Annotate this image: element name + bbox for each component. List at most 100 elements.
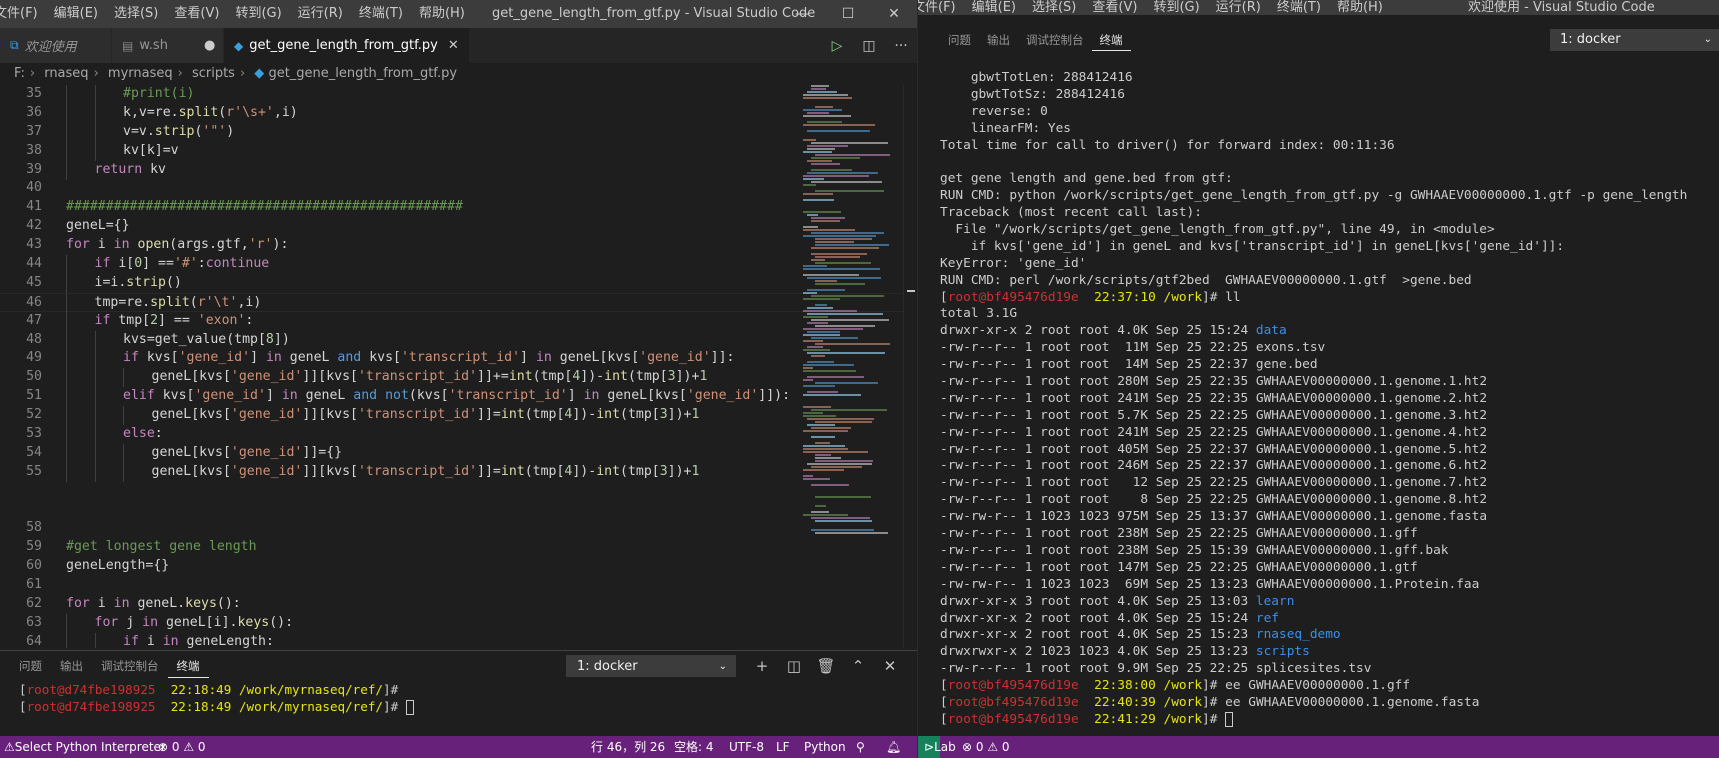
- menu-item[interactable]: 选择(S): [1024, 0, 1084, 15]
- encoding[interactable]: UTF-8: [729, 736, 764, 758]
- menu-item[interactable]: 文件(F): [918, 0, 964, 15]
- breadcrumb-item[interactable]: scripts: [192, 66, 235, 81]
- code-line[interactable]: 50 geneL[kvs['gene_id']][kvs['transcript_…: [0, 368, 917, 388]
- code-text: elif kvs['gene_id'] in geneL and not(kvs…: [123, 388, 791, 404]
- modified-dot-icon[interactable]: ●: [204, 38, 215, 53]
- panel-tab[interactable]: 问题: [10, 651, 51, 681]
- code-line[interactable]: 39 return kv: [0, 160, 917, 180]
- code-line[interactable]: 41 ######################################…: [0, 198, 917, 217]
- code-line[interactable]: [0, 501, 917, 520]
- menu-item[interactable]: 终端(T): [1269, 0, 1329, 15]
- code-line[interactable]: 37 v=v.strip('"'): [0, 122, 917, 142]
- line-number: 48: [26, 331, 42, 347]
- code-line[interactable]: 45 i=i.strip(): [0, 273, 917, 293]
- panel-tab[interactable]: 输出: [979, 30, 1018, 50]
- code-line[interactable]: 61: [0, 576, 917, 595]
- python-interpreter-button[interactable]: ⚠ Select Python Interpreter: [4, 736, 166, 758]
- terminal-select[interactable]: 1: docker ⌄: [566, 655, 736, 677]
- more-actions-icon[interactable]: ···: [885, 38, 917, 54]
- menu-item[interactable]: 编辑(E): [46, 0, 106, 28]
- terminal-line: -rw-r--r-- 1 root root 5.7K Sep 25 22:25…: [940, 407, 1488, 423]
- panel-tab[interactable]: 调试控制台: [1018, 30, 1092, 50]
- terminal-select[interactable]: 1: docker ⌄: [1550, 29, 1719, 51]
- bell-icon[interactable]: 🔔︎: [886, 736, 901, 758]
- panel-tab[interactable]: 问题: [940, 30, 979, 50]
- panel-tab[interactable]: 调试控制台: [92, 651, 168, 681]
- panel-tab[interactable]: 输出: [51, 651, 92, 681]
- menu-item[interactable]: 转到(G): [227, 0, 289, 28]
- indentation[interactable]: 空格: 4: [674, 736, 714, 758]
- code-line[interactable]: 55 geneL[kvs['gene_id']][kvs['transcript_…: [0, 462, 917, 482]
- code-line[interactable]: 47 if tmp[2] == 'exon':: [0, 311, 917, 331]
- split-editor-icon[interactable]: ◫: [853, 38, 885, 54]
- terminal-output[interactable]: gbwtTotLen: 288412416 gbwtTotSz: 2884124…: [918, 70, 1719, 729]
- close-tab-icon[interactable]: ✕: [448, 38, 459, 53]
- end-of-line[interactable]: LF: [776, 736, 790, 758]
- menu-item[interactable]: 帮助(H): [411, 0, 473, 28]
- code-line[interactable]: 63 for j in geneL[i].keys():: [0, 613, 917, 633]
- code-line[interactable]: 59 #get longest gene length: [0, 538, 917, 557]
- cursor-position[interactable]: 行 46，列 26: [591, 736, 665, 758]
- minimap-line: [803, 385, 835, 387]
- tab-get-gene-length[interactable]: ◆ get_gene_length_from_gtf.py ✕: [224, 28, 470, 63]
- menu-item[interactable]: 运行(R): [1208, 0, 1269, 15]
- menu-item[interactable]: 编辑(E): [964, 0, 1024, 15]
- code-line[interactable]: 58: [0, 519, 917, 538]
- minimap-line: [803, 310, 857, 312]
- code-line[interactable]: 38 kv[k]=v: [0, 141, 917, 161]
- code-line[interactable]: 36 k,v=re.split(r'\s+',i): [0, 103, 917, 123]
- menu-item[interactable]: 查看(V): [166, 0, 227, 28]
- maximize-icon[interactable]: ☐: [825, 0, 871, 28]
- code-line[interactable]: 51 elif kvs['gene_id'] in geneL and not(k…: [0, 387, 917, 407]
- code-line[interactable]: [0, 482, 917, 501]
- code-line[interactable]: 49 if kvs['gene_id'] in geneL and kvs['tr…: [0, 349, 917, 369]
- tab-welcome[interactable]: ⧉ 欢迎使用: [0, 28, 112, 63]
- language-mode[interactable]: Python: [804, 736, 846, 758]
- minimize-icon[interactable]: —: [779, 0, 825, 28]
- trash-icon[interactable]: 🗑: [810, 655, 842, 677]
- close-window-icon[interactable]: ✕: [871, 0, 917, 28]
- menu-item[interactable]: 帮助(H): [1329, 0, 1391, 15]
- close-panel-icon[interactable]: ✕: [874, 655, 906, 677]
- code-line[interactable]: 40: [0, 179, 917, 198]
- code-line[interactable]: 46 tmp=re.split(r'\t',i): [0, 292, 917, 313]
- code-line[interactable]: 43 for i in open(args.gtf,'r'):: [0, 236, 917, 255]
- terminal-output[interactable]: [root@d74fbe198925 22:18:49 /work/myrnas…: [0, 681, 917, 715]
- minimap[interactable]: [803, 85, 903, 585]
- menu-item[interactable]: 终端(T): [351, 0, 411, 28]
- code-line[interactable]: 54 geneL[kvs['gene_id']]={}: [0, 443, 917, 463]
- code-line[interactable]: 60 geneLength={}: [0, 557, 917, 576]
- menu-item[interactable]: 文件(F): [0, 0, 46, 28]
- code-line[interactable]: 42 geneL={}: [0, 217, 917, 236]
- code-editor[interactable]: 35 #print(i) 36 k,v=re.split(r'\s+',i) 37 v=v…: [0, 85, 917, 648]
- split-terminal-icon[interactable]: ◫: [778, 655, 810, 677]
- code-line[interactable]: 53 else:: [0, 425, 917, 445]
- breadcrumb-item[interactable]: myrnaseq: [108, 66, 173, 81]
- code-line[interactable]: 35 #print(i): [0, 85, 917, 104]
- menu-item[interactable]: 选择(S): [106, 0, 166, 28]
- code-line[interactable]: 62 for i in geneL.keys():: [0, 595, 917, 614]
- feedback-icon[interactable]: ⚲: [856, 736, 865, 758]
- new-terminal-icon[interactable]: +: [746, 655, 778, 677]
- title-bar: 文件(F)编辑(E)选择(S)查看(V)转到(G)运行(R)终端(T)帮助(H)…: [918, 0, 1719, 15]
- problems-indicator[interactable]: ⊗ 0 ⚠ 0: [158, 736, 206, 758]
- menu-item[interactable]: 查看(V): [1084, 0, 1145, 15]
- run-icon[interactable]: ▷: [821, 38, 853, 54]
- panel-tab[interactable]: 终端: [167, 655, 209, 678]
- menu-item[interactable]: 运行(R): [290, 0, 351, 28]
- breadcrumb-item[interactable]: rnaseq: [44, 66, 88, 81]
- chevron-up-icon[interactable]: ⌃: [842, 655, 874, 677]
- tab-w-sh[interactable]: ▤ w.sh ●: [112, 28, 224, 63]
- editor-scrollbar[interactable]: [903, 85, 917, 648]
- panel-tab[interactable]: 终端: [1091, 30, 1131, 51]
- code-line[interactable]: 52 geneL[kvs['gene_id']][kvs['transcript_…: [0, 406, 917, 426]
- problems-indicator[interactable]: ⊗ 0 ⚠ 0: [962, 736, 1010, 758]
- terminal-line: -rw-r--r-- 1 root root 241M Sep 25 22:35…: [940, 390, 1488, 406]
- menu-item[interactable]: 转到(G): [1145, 0, 1207, 15]
- breadcrumb-item[interactable]: F:: [14, 66, 25, 81]
- code-line[interactable]: 44 if i[0] =='#':continue: [0, 255, 917, 275]
- remote-indicator[interactable]: ⊳ Lab: [918, 736, 956, 758]
- code-line[interactable]: 64 if i in geneLength:: [0, 632, 917, 648]
- breadcrumb-item[interactable]: get_gene_length_from_gtf.py: [268, 66, 457, 81]
- code-line[interactable]: 48 kvs=get_value(tmp[8]): [0, 330, 917, 350]
